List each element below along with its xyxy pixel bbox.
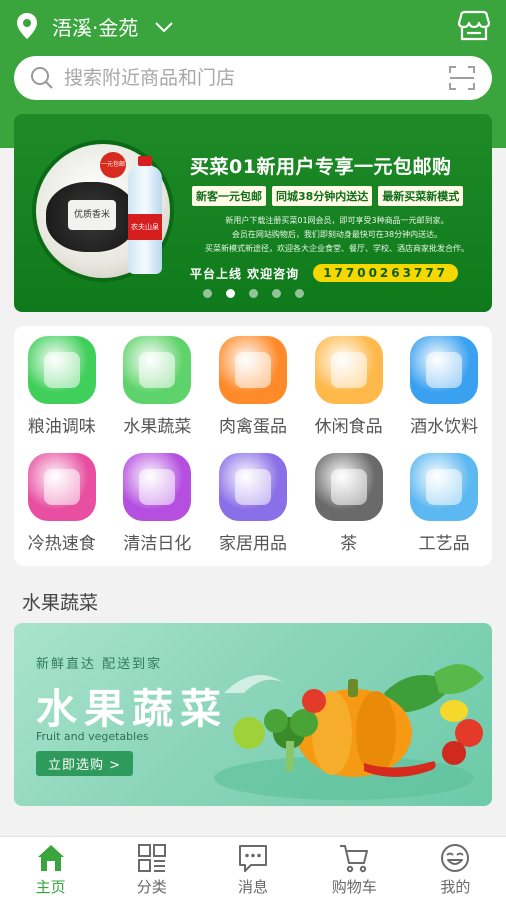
category-item[interactable]: 休闲食品 [301, 336, 397, 437]
hotline-row: 平台上线 欢迎咨询 17700263777 [190, 264, 459, 282]
search-input[interactable] [64, 67, 424, 89]
chevron-down-icon[interactable] [154, 19, 174, 33]
category-item[interactable]: 工艺品 [396, 453, 492, 554]
drink-icon [410, 336, 479, 404]
category-panel: 粮油调味 水果蔬菜 肉禽蛋品 休闲食品 酒水饮料冷热速食 清洁日化 家居用品 茶 工艺品 [14, 326, 492, 566]
cart-icon [340, 845, 369, 873]
category-grid: 粮油调味 水果蔬菜 肉禽蛋品 休闲食品 酒水饮料冷热速食 清洁日化 家居用品 茶 工艺品 [14, 336, 492, 554]
banner-desc-line: 新用户下载注册买菜01网会员，即可享受3种商品一元邮到家。 [225, 216, 449, 225]
category-label: 家居用品 [218, 534, 287, 554]
rice-bag-label: 优质香米 [68, 200, 116, 230]
carousel-dot[interactable] [202, 289, 212, 298]
carousel-dot-active[interactable] [225, 289, 235, 298]
banner-title: 买菜01新用户专享一元包邮购 [190, 156, 452, 178]
section-title: 水果蔬菜 [22, 592, 99, 614]
promo-subtitle: 新鲜直达 配送到家 [36, 657, 163, 672]
craft-icon [410, 453, 479, 521]
category-item[interactable]: 冷热速食 [14, 453, 110, 554]
profile-icon [441, 844, 470, 872]
household-icon [218, 453, 287, 521]
banner-tag: 同城38分钟内送达 [272, 186, 373, 206]
category-item[interactable]: 粮油调味 [14, 336, 110, 437]
hotline-label: 平台上线 欢迎咨询 [190, 266, 300, 281]
banner-desc-line: 买菜新模式新途径，欢迎各大企业食堂、餐厅、学校、酒店商家批发合作。 [205, 244, 469, 253]
banner-tag: 最新买菜新模式 [378, 186, 464, 206]
tab-cart[interactable]: 购物车 [304, 837, 405, 900]
fruit-veg-promo-banner[interactable]: 新鲜直达 配送到家 水果蔬菜 Fruit and vegetables 立即选购… [14, 623, 492, 806]
store-icon[interactable] [456, 10, 492, 42]
bottle-label-text: 农夫山泉 [131, 223, 159, 231]
tab-label: 消息 [238, 878, 269, 896]
location-pin-icon[interactable] [16, 12, 38, 40]
promo-title: 水果蔬菜 [36, 685, 228, 733]
hotline-number[interactable]: 17700263777 [313, 264, 459, 282]
tab-category[interactable]: 分类 [101, 837, 202, 900]
category-label: 清洁日化 [123, 534, 192, 554]
carousel-dot[interactable] [248, 289, 258, 298]
shop-now-button[interactable]: 立即选购 > [36, 751, 134, 776]
instant-food-icon [27, 453, 96, 521]
scan-icon[interactable] [448, 64, 476, 92]
home-icon [37, 845, 64, 871]
meat-egg-icon [218, 336, 287, 404]
snack-icon [314, 336, 383, 404]
search-icon [30, 66, 54, 90]
fruit-veg-icon [123, 336, 192, 404]
banner-tag: 新客一元包邮 [192, 186, 266, 206]
bottom-tab-bar: 主页 分类 消息 购物车 我的 [0, 836, 506, 900]
category-label: 水果蔬菜 [123, 417, 192, 437]
promo-banner-carousel[interactable]: 优质香米 一元包邮 农夫山泉 买菜01新用户专享一元包邮购 新客一元包邮 同城3… [14, 114, 492, 312]
grain-oil-icon [27, 336, 96, 404]
tab-label: 我的 [440, 878, 471, 896]
carousel-indicator [14, 289, 492, 298]
category-label: 肉禽蛋品 [218, 417, 287, 437]
banner-description: 新用户下载注册买菜01网会员，即可享受3种商品一元邮到家。 会员在网站购物后，我… [202, 214, 472, 256]
location-text[interactable]: 浯溪·金苑 [52, 12, 138, 41]
tab-home[interactable]: 主页 [0, 837, 101, 900]
banner-tags: 新客一元包邮 同城38分钟内送达 最新买菜新模式 [192, 186, 464, 206]
category-item[interactable]: 肉禽蛋品 [205, 336, 301, 437]
category-item[interactable]: 酒水饮料 [396, 336, 492, 437]
banner-desc-line: 会员在网站购物后，我们即刻动身最快可在38分钟内送达。 [231, 230, 443, 239]
category-icon [137, 844, 166, 872]
location-row: 浯溪·金苑 [16, 6, 492, 46]
carousel-dot[interactable] [271, 289, 281, 298]
promo-english-title: Fruit and vegetables [36, 730, 149, 743]
category-item[interactable]: 家居用品 [205, 453, 301, 554]
search-bar[interactable] [14, 56, 492, 100]
category-label: 冷热速食 [27, 534, 96, 554]
carousel-dot[interactable] [294, 289, 304, 298]
category-label: 酒水饮料 [410, 417, 479, 437]
cleaning-icon [123, 453, 192, 521]
category-label: 粮油调味 [27, 417, 96, 437]
category-label: 工艺品 [418, 534, 470, 554]
tea-icon [314, 453, 383, 521]
category-item[interactable]: 水果蔬菜 [110, 336, 206, 437]
category-label: 休闲食品 [314, 417, 383, 437]
tab-profile[interactable]: 我的 [405, 837, 506, 900]
category-item[interactable]: 清洁日化 [110, 453, 206, 554]
message-icon [239, 845, 267, 872]
tab-messages[interactable]: 消息 [202, 837, 303, 900]
one-yuan-badge: 一元包邮 [100, 152, 126, 178]
tab-label: 购物车 [331, 878, 377, 896]
category-item[interactable]: 茶 [301, 453, 397, 554]
water-bottle-image: 农夫山泉 [126, 156, 164, 274]
tab-label: 分类 [136, 878, 167, 896]
tab-label: 主页 [35, 878, 66, 896]
category-label: 茶 [340, 534, 358, 554]
rice-bag-image: 优质香米 [46, 182, 136, 252]
